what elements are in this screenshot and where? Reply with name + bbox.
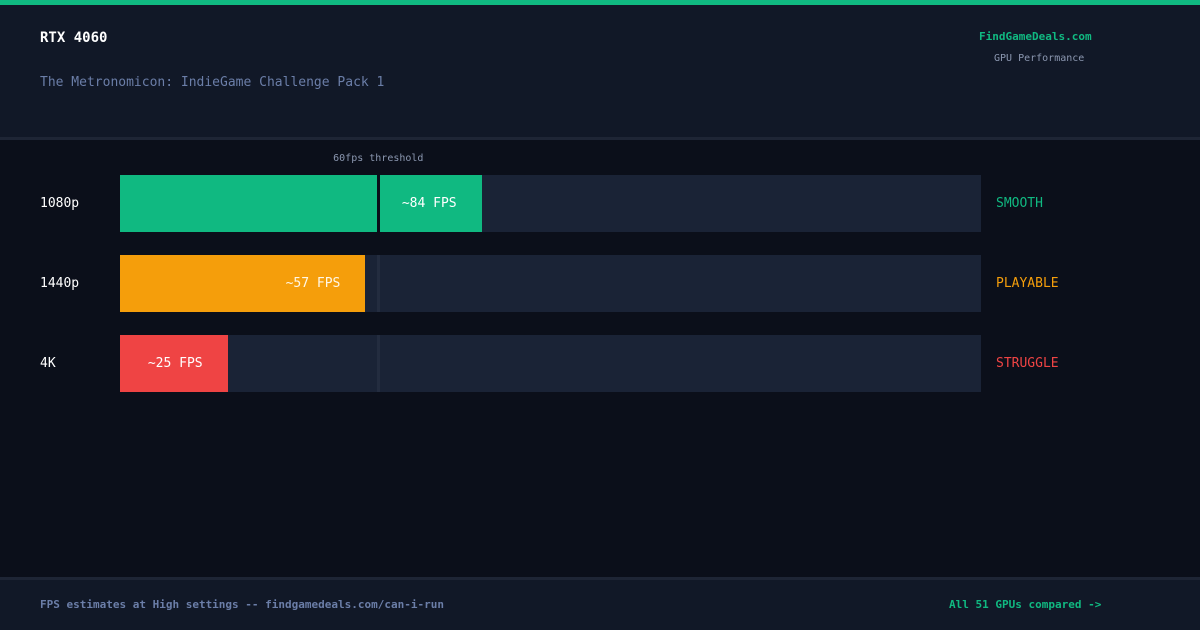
status-label: STRUGGLE [996, 356, 1059, 371]
bar-track: ~84 FPS [120, 175, 981, 232]
resolution-label: 4K [40, 356, 56, 371]
brand-subtitle: GPU Performance [994, 53, 1085, 64]
status-label: PLAYABLE [996, 276, 1059, 291]
brand-link[interactable]: FindGameDeals.com [979, 30, 1092, 43]
chart-row: 1440p ~57 FPS PLAYABLE [0, 255, 1200, 312]
threshold-label: 60fps threshold [333, 153, 424, 164]
gpu-title: RTX 4060 [40, 30, 108, 46]
resolution-label: 1440p [40, 276, 80, 291]
bar-track: ~25 FPS [120, 335, 981, 392]
resolution-label: 1080p [40, 196, 80, 211]
chart-row: 4K ~25 FPS STRUGGLE [0, 335, 1200, 392]
threshold-line [376, 335, 380, 392]
fps-value-label: ~25 FPS [147, 356, 203, 371]
threshold-line [376, 175, 380, 232]
fps-value-label: ~84 FPS [401, 196, 457, 211]
threshold-line [376, 255, 380, 312]
status-label: SMOOTH [996, 196, 1043, 211]
bar-track: ~57 FPS [120, 255, 981, 312]
fps-value-label: ~57 FPS [285, 276, 341, 291]
header: RTX 4060 The Metronomicon: IndieGame Cha… [0, 5, 1200, 140]
footer: FPS estimates at High settings -- findga… [0, 577, 1200, 630]
footer-note: FPS estimates at High settings -- findga… [40, 598, 444, 611]
game-title: The Metronomicon: IndieGame Challenge Pa… [40, 75, 385, 90]
all-gpus-link[interactable]: All 51 GPUs compared -> [949, 598, 1101, 611]
chart-row: 1080p ~84 FPS SMOOTH [0, 175, 1200, 232]
